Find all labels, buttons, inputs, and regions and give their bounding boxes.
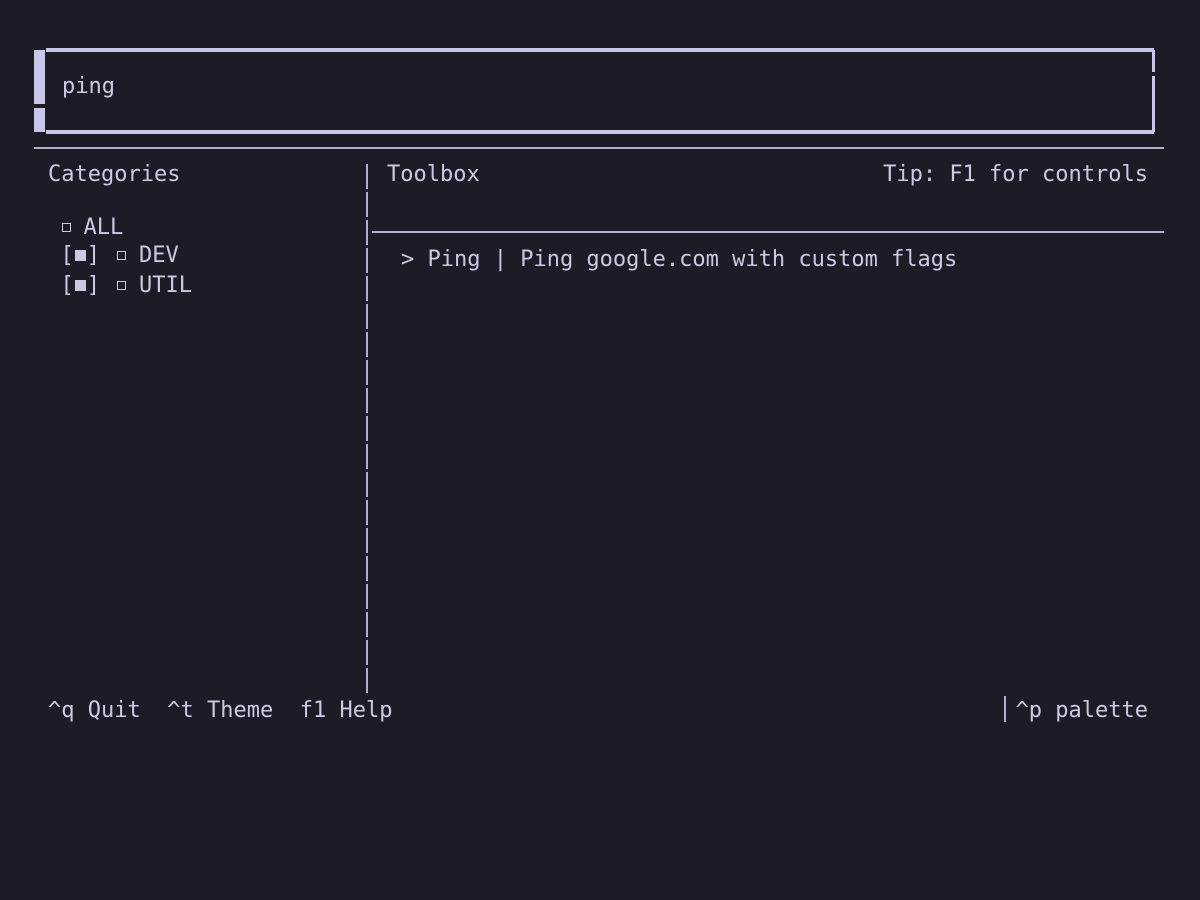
toolbox-header-divider — [372, 231, 1164, 233]
search-box-bottom-border — [46, 130, 1154, 134]
footer-separator — [1003, 696, 1006, 722]
quit-shortcut[interactable]: ^q Quit — [48, 698, 141, 723]
category-item-util[interactable]: [] UTIL — [34, 248, 192, 298]
checked-icon — [74, 279, 86, 291]
search-input[interactable] — [62, 74, 962, 99]
controls-tip: Tip: F1 for controls — [883, 162, 1148, 187]
shortcut-key: ^q — [48, 698, 75, 723]
category-util-checkbox[interactable]: [] — [61, 273, 101, 298]
search-box-top-border — [46, 48, 1154, 52]
search-divider — [34, 147, 1164, 149]
footer-shortcuts: ^q Quit ^t Theme f1 Help — [48, 698, 392, 723]
category-util-box-icon — [117, 280, 126, 290]
pane-divider[interactable] — [366, 164, 368, 696]
shortcut-label: palette — [1055, 698, 1148, 723]
theme-shortcut[interactable]: ^t Theme — [167, 698, 273, 723]
shortcut-label: Theme — [206, 698, 274, 723]
shortcut-label: Help — [339, 698, 393, 723]
palette-shortcut[interactable]: ^p palette — [1003, 696, 1148, 724]
shortcut-key: f1 — [299, 698, 327, 723]
help-shortcut[interactable]: f1 Help — [300, 698, 393, 723]
categories-title: Categories — [48, 162, 181, 187]
search-box-left-border — [34, 50, 45, 132]
tool-item-ping[interactable]: > Ping | Ping google.com with custom fla… — [401, 247, 957, 272]
shortcut-label: Quit — [87, 698, 141, 723]
shortcut-key: ^p — [1015, 698, 1043, 723]
category-label: UTIL — [139, 273, 192, 298]
search-box[interactable] — [34, 48, 1158, 134]
toolbox-title: Toolbox — [387, 162, 480, 187]
search-box-right-border — [1152, 50, 1155, 132]
shortcut-key: ^t — [167, 698, 194, 723]
